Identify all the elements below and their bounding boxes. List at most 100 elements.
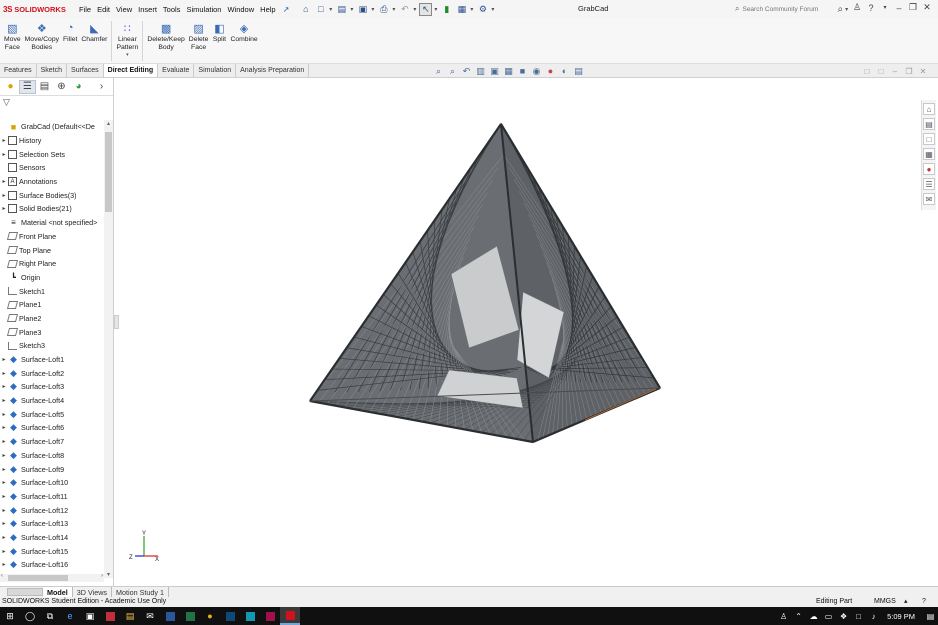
dimxpert-manager-tab-icon[interactable]: ⊕ — [53, 80, 70, 94]
scroll-right-icon[interactable]: › — [101, 573, 103, 579]
display-style-icon[interactable]: ■ — [516, 66, 529, 76]
tree-item[interactable]: ▸ ◆ Surface-Loft7 — [0, 435, 104, 449]
select-dropdown-icon[interactable]: ▾ — [434, 6, 437, 13]
menu-tools[interactable]: Tools — [160, 5, 184, 14]
file-properties-icon[interactable]: ▦ — [455, 3, 468, 16]
apply-scene-icon[interactable]: ◐ — [558, 66, 571, 76]
expand-arrow-icon[interactable]: ▸ — [0, 205, 8, 212]
tree-item[interactable]: Sensors — [0, 161, 104, 175]
appearances-icon[interactable]: ● — [923, 163, 935, 175]
linear-pattern-dropdown-icon[interactable]: ▾ — [126, 52, 129, 58]
solidworks-taskbar-icon[interactable] — [280, 607, 300, 625]
tab-navigation-arrows[interactable] — [7, 588, 43, 596]
tree-item[interactable]: Plane1 — [0, 298, 104, 312]
solidworks-resources-icon[interactable]: ⌂ — [923, 103, 935, 115]
delete-face-button[interactable]: ▨ Delete Face — [187, 18, 211, 63]
new-document-icon[interactable]: □ — [314, 3, 327, 16]
display-manager-tab-icon[interactable]: ◕ — [70, 80, 87, 94]
help-icon[interactable]: ? — [864, 3, 878, 13]
menu-help[interactable]: Help — [257, 5, 278, 14]
save-dropdown-icon[interactable]: ▾ — [371, 6, 374, 13]
custom-properties-icon[interactable]: ☰ — [923, 178, 935, 190]
expand-arrow-icon[interactable]: ▸ — [0, 137, 8, 144]
tree-item[interactable]: ┗ Origin — [0, 271, 104, 285]
scroll-up-icon[interactable]: ▴ — [104, 120, 113, 127]
tree-item[interactable]: ≡ Material <not specified> — [0, 216, 104, 230]
user-account-icon[interactable]: ♙ — [850, 2, 864, 13]
tab-simulation[interactable]: Simulation — [194, 64, 237, 77]
system-clock[interactable]: 5:09 PM — [887, 612, 915, 621]
select-cursor-icon[interactable]: ↖ — [419, 2, 433, 16]
tab-direct-editing[interactable]: Direct Editing — [103, 64, 159, 77]
undo-dropdown-icon[interactable]: ▾ — [413, 6, 416, 13]
filter-icon[interactable]: ▽ — [0, 96, 113, 108]
expand-arrow-icon[interactable]: ▸ — [0, 397, 8, 404]
expand-arrow-icon[interactable]: ▸ — [0, 493, 8, 500]
tab-analysis-preparation[interactable]: Analysis Preparation — [236, 64, 310, 77]
hide-show-items-icon[interactable]: ◉ — [530, 66, 543, 77]
save-icon[interactable]: ▣ — [356, 3, 369, 16]
people-icon[interactable]: ♙ — [776, 612, 791, 621]
expand-arrow-icon[interactable]: ▸ — [0, 438, 8, 445]
dropbox-icon[interactable]: ❖ — [836, 612, 851, 621]
rebuild-icon[interactable]: ▮ — [440, 3, 453, 16]
file-explorer-taskbar-icon[interactable]: ▤ — [120, 607, 140, 625]
tab-sketch[interactable]: Sketch — [37, 64, 68, 77]
tree-item[interactable]: ▸ ◆ Surface-Loft1 — [0, 353, 104, 367]
status-units[interactable]: MMGS — [874, 597, 896, 607]
minimize-icon[interactable]: – — [892, 3, 906, 13]
linear-pattern-button[interactable]: ∷ Linear Pattern ▾ — [114, 18, 140, 63]
tree-item[interactable]: ▸ ◆ Surface-Loft16 — [0, 558, 104, 572]
mail-icon[interactable]: ✉ — [140, 607, 160, 625]
tree-item[interactable]: ▸ ◆ Surface-Loft9 — [0, 462, 104, 476]
display-icon[interactable]: □ — [851, 612, 866, 621]
previous-view-icon[interactable]: ↶ — [460, 66, 473, 77]
excel-icon[interactable] — [180, 607, 200, 625]
search-dropdown-icon[interactable]: ▾ — [845, 6, 848, 13]
status-help-icon[interactable]: ? — [922, 597, 926, 607]
scroll-left-icon[interactable]: ‹ — [1, 573, 3, 579]
app-logo[interactable]: 3S SOLIDWORKS — [0, 5, 76, 14]
tree-item[interactable]: Plane3 — [0, 325, 104, 339]
expand-arrow-icon[interactable]: ▸ — [0, 520, 8, 527]
tab-surfaces[interactable]: Surfaces — [67, 64, 104, 77]
tree-item[interactable]: Sketch3 — [0, 339, 104, 353]
expand-arrow-icon[interactable]: ▸ — [0, 411, 8, 418]
help-dropdown-icon[interactable]: ▾ — [878, 4, 892, 11]
expand-arrow-icon[interactable]: ▸ — [0, 370, 8, 377]
word-icon[interactable] — [160, 607, 180, 625]
tetrahedron-model[interactable] — [119, 78, 919, 586]
tree-item[interactable]: Front Plane — [0, 230, 104, 244]
tree-item[interactable]: ▸ ◆ Surface-Loft6 — [0, 421, 104, 435]
move-copy-bodies-button[interactable]: ❖ Move/Copy Bodies — [23, 18, 61, 63]
zoom-to-fit-icon[interactable]: ⌕ — [432, 66, 445, 77]
tree-item[interactable]: Plane2 — [0, 312, 104, 326]
doc-minimize-icon[interactable]: – — [888, 67, 902, 76]
tab-evaluate[interactable]: Evaluate — [158, 64, 195, 77]
onedrive-icon[interactable]: ☁ — [806, 612, 821, 621]
show-hidden-icons-icon[interactable]: ⌃ — [791, 612, 806, 621]
scroll-down-icon[interactable]: ▾ — [104, 571, 113, 578]
expand-arrow-icon[interactable]: ▸ — [0, 356, 8, 363]
new-dropdown-icon[interactable]: ▾ — [329, 6, 332, 13]
tile-icon[interactable]: □ — [860, 67, 874, 76]
open-dropdown-icon[interactable]: ▾ — [350, 6, 353, 13]
expand-arrow-icon[interactable]: ▸ — [0, 383, 8, 390]
expand-arrow-icon[interactable]: ▸ — [0, 466, 8, 473]
battery-icon[interactable]: ▭ — [821, 612, 836, 621]
cortana-icon[interactable]: ◯ — [20, 607, 40, 625]
tree-item[interactable]: ▸ ◆ Surface-Loft5 — [0, 407, 104, 421]
properties-dropdown-icon[interactable]: ▾ — [470, 6, 473, 13]
tree-item[interactable]: ▸ ◆ Surface-Loft2 — [0, 366, 104, 380]
search-input[interactable] — [742, 5, 838, 13]
options-gear-icon[interactable]: ⚙ — [476, 3, 489, 16]
expand-arrow-icon[interactable]: ▸ — [0, 192, 8, 199]
tab-model[interactable]: Model — [43, 587, 73, 597]
dynamic-annotation-icon[interactable]: ▣ — [488, 66, 501, 77]
tile-vertical-icon[interactable]: □ — [874, 67, 888, 76]
chamfer-button[interactable]: ◣ Chamfer — [79, 18, 109, 63]
tree-item[interactable]: ▸ Solid Bodies(21) — [0, 202, 104, 216]
view-settings-icon[interactable]: ▤ — [572, 66, 585, 77]
menu-window[interactable]: Window — [224, 5, 257, 14]
tab-features[interactable]: Features — [0, 64, 37, 77]
